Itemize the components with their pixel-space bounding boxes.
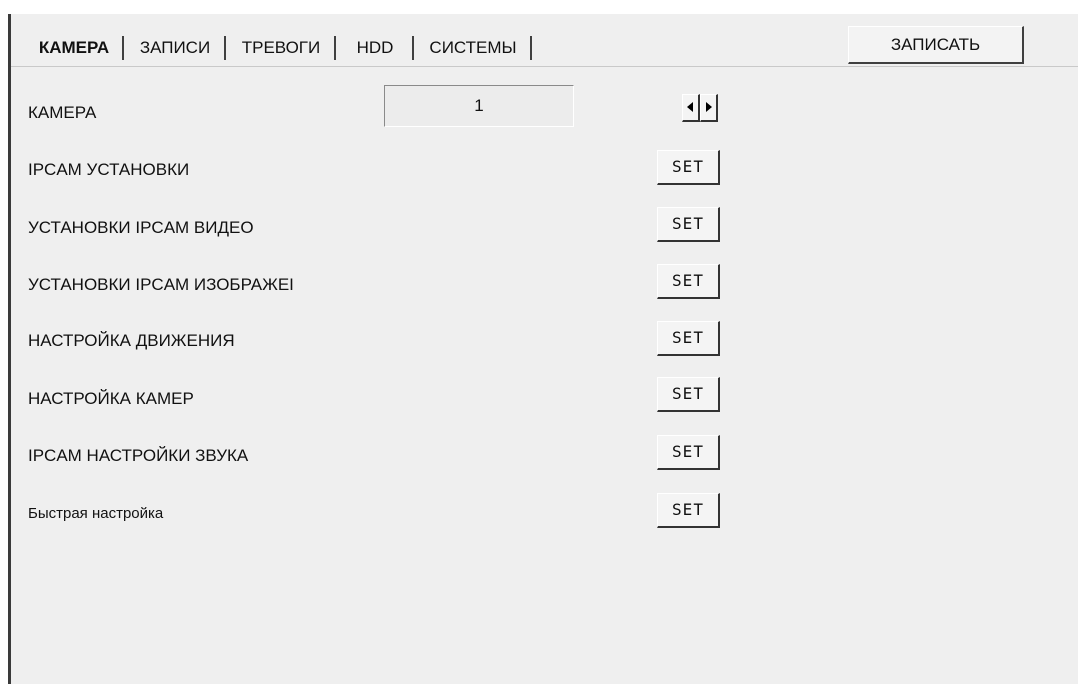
camera-prev-button[interactable] xyxy=(682,94,700,122)
tab-strip-divider xyxy=(11,66,1078,67)
ipcam-video-set-button[interactable]: SET xyxy=(657,207,720,242)
camera-setup-label: НАСТРОЙКА КАМЕР xyxy=(28,389,194,408)
camera-number-field[interactable]: 1 xyxy=(384,85,574,127)
ipcam-image-label: УСТАНОВКИ IPCAM ИЗОБРАЖЕI xyxy=(28,275,294,294)
quick-setup-set-button[interactable]: SET xyxy=(657,493,720,528)
arrow-left-icon xyxy=(687,102,693,112)
quick-setup-label: Быстрая настройка xyxy=(28,505,164,522)
ipcam-setup-label: IPCAM УСТАНОВКИ xyxy=(28,160,190,179)
camera-label: КАМЕРА xyxy=(28,103,97,122)
arrow-right-icon xyxy=(706,102,712,112)
tab-alarms[interactable]: ТРЕВОГИ xyxy=(226,36,336,60)
ipcam-audio-label: IPCAM НАСТРОЙКИ ЗВУКА xyxy=(28,446,249,465)
tab-hdd[interactable]: HDD xyxy=(336,36,414,60)
ipcam-image-set-button[interactable]: SET xyxy=(657,264,720,299)
tab-systems[interactable]: СИСТЕМЫ xyxy=(414,36,532,60)
camera-setup-set-button[interactable]: SET xyxy=(657,377,720,412)
ipcam-audio-set-button[interactable]: SET xyxy=(657,435,720,470)
ipcam-video-label: УСТАНОВКИ IPCAM ВИДЕО xyxy=(28,218,254,237)
tab-camera[interactable]: КАМЕРА xyxy=(24,36,124,60)
motion-setup-set-button[interactable]: SET xyxy=(657,321,720,356)
motion-setup-label: НАСТРОЙКА ДВИЖЕНИЯ xyxy=(28,331,235,350)
tab-recordings[interactable]: ЗАПИСИ xyxy=(124,36,226,60)
camera-next-button[interactable] xyxy=(700,94,718,122)
ipcam-setup-set-button[interactable]: SET xyxy=(657,150,720,185)
settings-window: КАМЕРА ЗАПИСИ ТРЕВОГИ HDD СИСТЕМЫ ЗАПИСА… xyxy=(0,0,1078,684)
write-button[interactable]: ЗАПИСАТЬ xyxy=(848,26,1024,64)
